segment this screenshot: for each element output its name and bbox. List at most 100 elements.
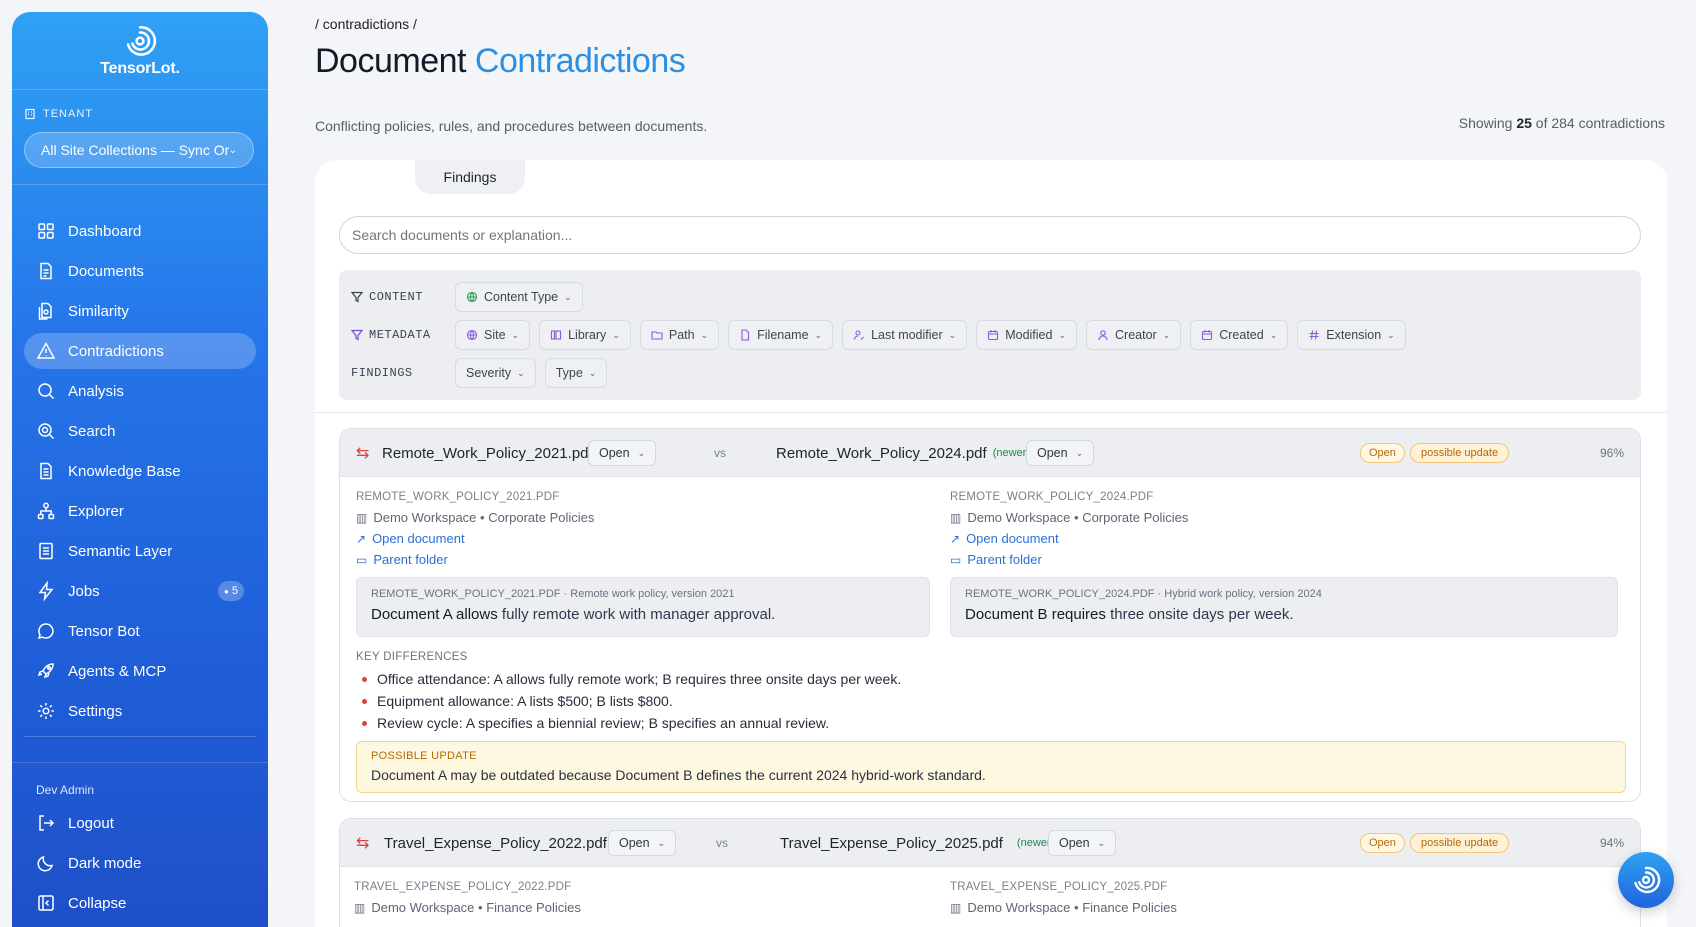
tensor-bot-fab[interactable]: [1618, 852, 1674, 908]
doc-b-upper-name: TRAVEL_EXPENSE_POLICY_2025.PDF: [950, 881, 1168, 893]
severity-filter[interactable]: Severity ⌄: [455, 358, 536, 388]
swap-arrows-icon: ⇆: [356, 835, 370, 852]
tab-findings[interactable]: Findings: [415, 160, 525, 194]
hash-icon: [1309, 330, 1319, 340]
chevron-down-icon: ⌄: [588, 367, 597, 378]
logo-swirl-icon: [1634, 866, 1661, 894]
finding-card: ⇆ Remote_Work_Policy_2021.pdf Open ⌄ vs R…: [339, 428, 1641, 802]
doc-b-filename[interactable]: Remote_Work_Policy_2024.pdf (newer): [776, 429, 1030, 477]
finding-header: ⇆ Remote_Work_Policy_2021.pdf Open ⌄ vs R…: [340, 429, 1640, 477]
sidebar-item-explorer[interactable]: Explorer: [24, 493, 256, 529]
creator-filter[interactable]: Creator ⌄: [1086, 320, 1182, 350]
breadcrumb[interactable]: / contradictions /: [315, 16, 417, 32]
library-icon: [551, 330, 562, 340]
metadata-filter-row: METADATA Site ⌄ Library ⌄ Path ⌄ Filename ⌄ …: [351, 320, 1415, 350]
doc-a-status-select[interactable]: Open ⌄: [608, 830, 677, 856]
extension-filter[interactable]: Extension ⌄: [1297, 320, 1406, 350]
chevron-down-icon: ⌄: [228, 144, 237, 156]
chevron-down-icon: ⌄: [814, 329, 823, 340]
chevron-down-icon: ⌄: [564, 291, 572, 302]
doc-b-parent-folder-link[interactable]: ▭ Parent folder: [950, 552, 1530, 567]
vs-label: vs: [714, 446, 726, 460]
doc-a-excerpt: REMOTE_WORK_POLICY_2021.PDF · Remote wor…: [356, 577, 930, 637]
doc-a-status-select[interactable]: Open ⌄: [588, 440, 657, 466]
doc-a-open-link[interactable]: ↗ Open document: [356, 531, 936, 546]
grid-icon: [38, 223, 54, 239]
section-divider: [315, 412, 1667, 413]
possible-update-callout: POSSIBLE UPDATE Document A may be outdat…: [356, 741, 1626, 793]
search-input[interactable]: [339, 216, 1641, 254]
last-modifier-filter[interactable]: Last modifier ⌄: [842, 320, 968, 350]
doc-a-filename[interactable]: Travel_Expense_Policy_2022.pdf: [384, 819, 607, 867]
chevron-down-icon: ⌄: [1097, 837, 1106, 848]
sidebar-item-contradictions[interactable]: Contradictions: [24, 333, 256, 369]
tenant-select[interactable]: All Site Collections — Sync Or ⌄: [24, 132, 254, 168]
sidebar-item-tensor-bot[interactable]: Tensor Bot: [24, 613, 256, 649]
chevron-down-icon: ⌄: [612, 329, 620, 340]
doc-b-open-link[interactable]: ↗ Open document: [950, 531, 1530, 546]
sidebar-divider: [24, 736, 256, 737]
content-type-filter[interactable]: Content Type ⌄: [455, 282, 583, 312]
warning-triangle-icon: [36, 341, 56, 359]
hierarchy-icon: [37, 502, 55, 520]
sidebar-item-documents[interactable]: Documents: [24, 253, 256, 289]
sidebar-item-semantic-layer[interactable]: Semantic Layer: [24, 533, 256, 569]
collapse-icon: [38, 895, 54, 911]
list-document-icon: [39, 542, 53, 560]
dark-mode-toggle[interactable]: Dark mode: [24, 845, 256, 881]
sidebar-item-agents-mcp[interactable]: Agents & MCP: [24, 653, 256, 689]
filter-icon: [351, 329, 363, 341]
collapse-sidebar-button[interactable]: Collapse: [24, 885, 256, 921]
created-filter[interactable]: Created ⌄: [1190, 320, 1289, 350]
key-differences-list: Office attendance: A allows fully remote…: [362, 668, 901, 734]
building-icon: ▥: [950, 510, 962, 525]
site-filter[interactable]: Site ⌄: [455, 320, 531, 350]
moon-icon: [37, 855, 54, 872]
swap-arrows-icon: ⇆: [356, 445, 370, 462]
doc-a-parent-folder-link[interactable]: ▭ Parent folder: [356, 552, 936, 567]
search-icon: [38, 423, 55, 440]
logout-icon: [39, 815, 55, 831]
rocket-icon: [37, 663, 54, 679]
sidebar-item-search[interactable]: Search: [24, 413, 256, 449]
doc-b-status-select[interactable]: Open ⌄: [1026, 440, 1095, 466]
doc-b-filename[interactable]: Travel_Expense_Policy_2025.pdf (newer): [780, 819, 1054, 867]
sidebar-item-similarity[interactable]: Similarity: [24, 293, 256, 329]
chevron-down-icon: ⌄: [1075, 447, 1084, 458]
user-name: Dev Admin: [36, 783, 95, 797]
logo[interactable]: TensorLot.: [12, 12, 268, 90]
doc-b-status-select[interactable]: Open ⌄: [1048, 830, 1117, 856]
file-icon: [741, 329, 750, 341]
chevron-down-icon: ⌄: [1387, 329, 1395, 340]
newer-tag: (newer): [992, 447, 1030, 459]
magnifier-icon: [38, 383, 55, 400]
user-icon: [1098, 330, 1108, 341]
content-filter-row: CONTENT Content Type ⌄: [351, 282, 592, 312]
sidebar-item-dashboard[interactable]: Dashboard: [24, 213, 256, 249]
external-link-icon: ↗: [356, 531, 367, 546]
finding-header: ⇆ Travel_Expense_Policy_2022.pdf Open ⌄ v…: [340, 819, 1640, 867]
status-badge: Open: [1360, 833, 1405, 853]
calendar-icon: [1202, 330, 1213, 341]
sidebar-item-jobs[interactable]: Jobs ● 5: [24, 573, 256, 609]
modified-filter[interactable]: Modified ⌄: [976, 320, 1077, 350]
findings-filter-row: FINDINGS Severity ⌄ Type ⌄: [351, 358, 616, 388]
filename-filter[interactable]: Filename ⌄: [728, 320, 834, 350]
doc-a-filename[interactable]: Remote_Work_Policy_2021.pdf: [382, 429, 593, 477]
sidebar-item-analysis[interactable]: Analysis: [24, 373, 256, 409]
chevron-down-icon: ⌄: [511, 329, 520, 340]
chat-icon: [37, 623, 54, 640]
jobs-count-badge: ● 5: [218, 581, 244, 601]
path-filter[interactable]: Path ⌄: [639, 320, 720, 350]
library-filter[interactable]: Library ⌄: [539, 320, 631, 350]
list-item: Equipment allowance: A lists $500; B lis…: [362, 690, 901, 712]
doc-b-excerpt: REMOTE_WORK_POLICY_2024.PDF · Hybrid wor…: [950, 577, 1618, 637]
type-filter[interactable]: Type ⌄: [544, 358, 608, 388]
logout-button[interactable]: Logout: [24, 805, 256, 841]
building-icon: [25, 108, 35, 120]
sidebar-item-settings[interactable]: Settings: [24, 693, 256, 729]
sidebar-item-knowledge-base[interactable]: Knowledge Base: [24, 453, 256, 489]
copy-document-icon: [38, 302, 52, 320]
building-icon: ▥: [354, 900, 366, 915]
page-subtitle: Conflicting policies, rules, and procedu…: [315, 118, 708, 134]
